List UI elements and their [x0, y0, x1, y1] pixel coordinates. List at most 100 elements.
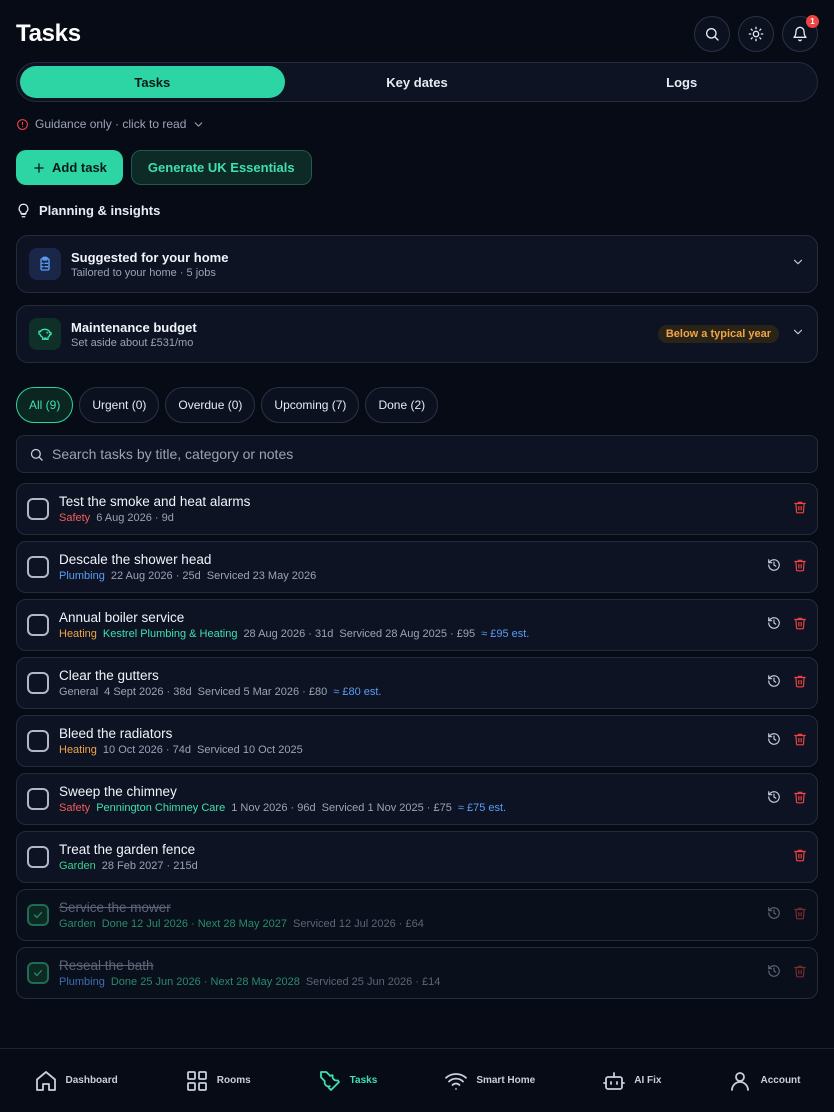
nav-label: Rooms — [216, 1075, 251, 1086]
filter-urgent[interactable]: Urgent (0) — [79, 387, 160, 423]
budget-card-text: Maintenance budget Set aside about £531/… — [71, 320, 658, 349]
trash-icon[interactable] — [793, 500, 807, 519]
task-category: Safety — [59, 802, 91, 814]
trash-icon[interactable] — [793, 732, 807, 751]
tab-tasks[interactable]: Tasks — [20, 66, 285, 98]
suggested-card[interactable]: Suggested for your home Tailored to your… — [16, 235, 818, 293]
trash-icon[interactable] — [793, 558, 807, 577]
bottom-nav: Dashboard Rooms Tasks Smart Home AI Fix … — [0, 1048, 834, 1112]
task-row[interactable]: Treat the garden fence Garden 28 Feb 2027 … — [16, 831, 818, 883]
task-row[interactable]: Annual boiler service Heating Kestrel Plum… — [16, 599, 818, 651]
guidance-text: Guidance only · click to read — [35, 117, 187, 131]
task-due: 28 Aug 2026 · 31d — [243, 628, 334, 640]
trash-icon[interactable] — [793, 790, 807, 809]
task-title: Bleed the radiators — [59, 726, 173, 741]
task-row-actions — [793, 500, 807, 519]
search-button[interactable] — [694, 16, 730, 52]
nav-rooms[interactable]: Rooms — [185, 1069, 251, 1093]
task-row[interactable]: Reseal the bath Plumbing Done 25 Jun 2026 … — [16, 947, 818, 999]
theme-toggle-button[interactable] — [738, 16, 774, 52]
history-icon[interactable] — [767, 906, 781, 925]
piggy-bank-icon — [38, 328, 52, 340]
task-checkbox[interactable] — [27, 846, 49, 868]
nav-account[interactable]: Account — [728, 1069, 800, 1093]
search-bar — [16, 435, 818, 473]
nav-tasks[interactable]: Tasks — [318, 1069, 377, 1093]
search-input[interactable] — [52, 446, 805, 462]
add-task-button[interactable]: Add task — [16, 150, 123, 185]
nav-dashboard[interactable]: Dashboard — [34, 1069, 118, 1093]
task-serviced: Serviced 28 Aug 2025 · £95 — [339, 628, 476, 640]
insights-title-text: Planning & insights — [39, 203, 161, 218]
task-due: 6 Aug 2026 · 9d — [96, 512, 174, 524]
history-icon[interactable] — [767, 616, 781, 635]
notifications-button[interactable]: 1 — [782, 15, 819, 52]
tab-key-dates[interactable]: Key dates — [285, 66, 550, 98]
task-serviced: Serviced 10 Oct 2025 — [196, 744, 303, 756]
task-checkbox[interactable] — [27, 962, 49, 984]
task-meta: Garden 28 Feb 2027 · 215d — [59, 860, 793, 872]
history-icon[interactable] — [767, 732, 781, 751]
trash-icon[interactable] — [793, 674, 807, 693]
planning-insights-heading: Planning & insights — [16, 203, 160, 218]
history-icon[interactable] — [767, 790, 781, 809]
check-icon — [33, 911, 43, 919]
filter-upcoming[interactable]: Upcoming (7) — [261, 387, 360, 423]
grid-icon — [186, 1070, 207, 1091]
page-title: Tasks — [16, 20, 81, 47]
card-title: Suggested for your home — [71, 249, 229, 265]
task-body: Bleed the radiators Heating 10 Oct 2026 · … — [59, 726, 767, 756]
task-contractor: Kestrel Plumbing & Heating — [102, 628, 238, 640]
task-row[interactable]: Sweep the chimney Safety Pennington Chimne… — [16, 773, 818, 825]
nav-smart-home[interactable]: Smart Home — [444, 1069, 535, 1093]
task-row[interactable]: Test the smoke and heat alarms Safety 6 Au… — [16, 483, 818, 535]
nav-label: Dashboard — [65, 1075, 118, 1086]
budget-card[interactable]: Maintenance budget Set aside about £531/… — [16, 305, 818, 363]
task-actions: Add task Generate UK Essentials — [16, 150, 312, 185]
task-category: Plumbing — [59, 976, 105, 988]
task-checkbox[interactable] — [27, 672, 49, 694]
lightbulb-icon — [18, 203, 29, 218]
card-title: Maintenance budget — [71, 319, 197, 335]
task-body: Sweep the chimney Safety Pennington Chimne… — [59, 784, 767, 814]
task-checkbox[interactable] — [27, 730, 49, 752]
nav-label: Account — [760, 1075, 801, 1086]
task-body: Service the mower Garden Done 12 Jul 2026 … — [59, 900, 767, 930]
filter-all[interactable]: All (9) — [16, 387, 74, 423]
generate-uk-essentials-button[interactable]: Generate UK Essentials — [130, 150, 312, 185]
task-estimate: ≈ £75 est. — [457, 802, 507, 814]
task-checkbox[interactable] — [27, 498, 49, 520]
nav-ai-fix[interactable]: AI Fix — [602, 1069, 661, 1093]
tab-logs[interactable]: Logs — [549, 66, 814, 98]
sun-icon — [748, 26, 764, 42]
clipboard-icon-wrap — [29, 248, 61, 280]
task-meta: Safety 6 Aug 2026 · 9d — [59, 512, 793, 524]
task-row[interactable]: Clear the gutters General 4 Sept 2026 · 38… — [16, 657, 818, 709]
chevron-down-icon[interactable] — [791, 255, 805, 274]
task-row[interactable]: Service the mower Garden Done 12 Jul 2026 … — [16, 889, 818, 941]
task-body: Reseal the bath Plumbing Done 25 Jun 2026 … — [59, 958, 767, 988]
guidance-toggle[interactable]: Guidance only · click to read — [16, 117, 205, 131]
task-row[interactable]: Descale the shower head Plumbing 22 Aug 20… — [16, 541, 818, 593]
task-checkbox[interactable] — [27, 788, 49, 810]
trash-icon[interactable] — [793, 848, 807, 867]
clipboard-icon — [40, 256, 50, 271]
task-title: Descale the shower head — [59, 552, 212, 567]
card-subtitle: Tailored to your home · 5 jobs — [71, 266, 216, 279]
task-category: Heating — [59, 744, 97, 756]
history-icon[interactable] — [767, 674, 781, 693]
task-meta: Heating 10 Oct 2026 · 74d Serviced 10 Oct … — [59, 744, 767, 756]
history-icon[interactable] — [767, 964, 781, 983]
filter-overdue[interactable]: Overdue (0) — [165, 387, 256, 423]
history-icon[interactable] — [767, 558, 781, 577]
trash-icon[interactable] — [793, 964, 807, 983]
task-checkbox[interactable] — [27, 904, 49, 926]
task-row[interactable]: Bleed the radiators Heating 10 Oct 2026 · … — [16, 715, 818, 767]
task-checkbox[interactable] — [27, 556, 49, 578]
chevron-down-icon[interactable] — [791, 325, 805, 344]
trash-icon[interactable] — [793, 616, 807, 635]
trash-icon[interactable] — [793, 906, 807, 925]
filter-done[interactable]: Done (2) — [365, 387, 439, 423]
task-checkbox[interactable] — [27, 614, 49, 636]
task-serviced: Serviced 5 Mar 2026 · £80 — [197, 686, 328, 698]
